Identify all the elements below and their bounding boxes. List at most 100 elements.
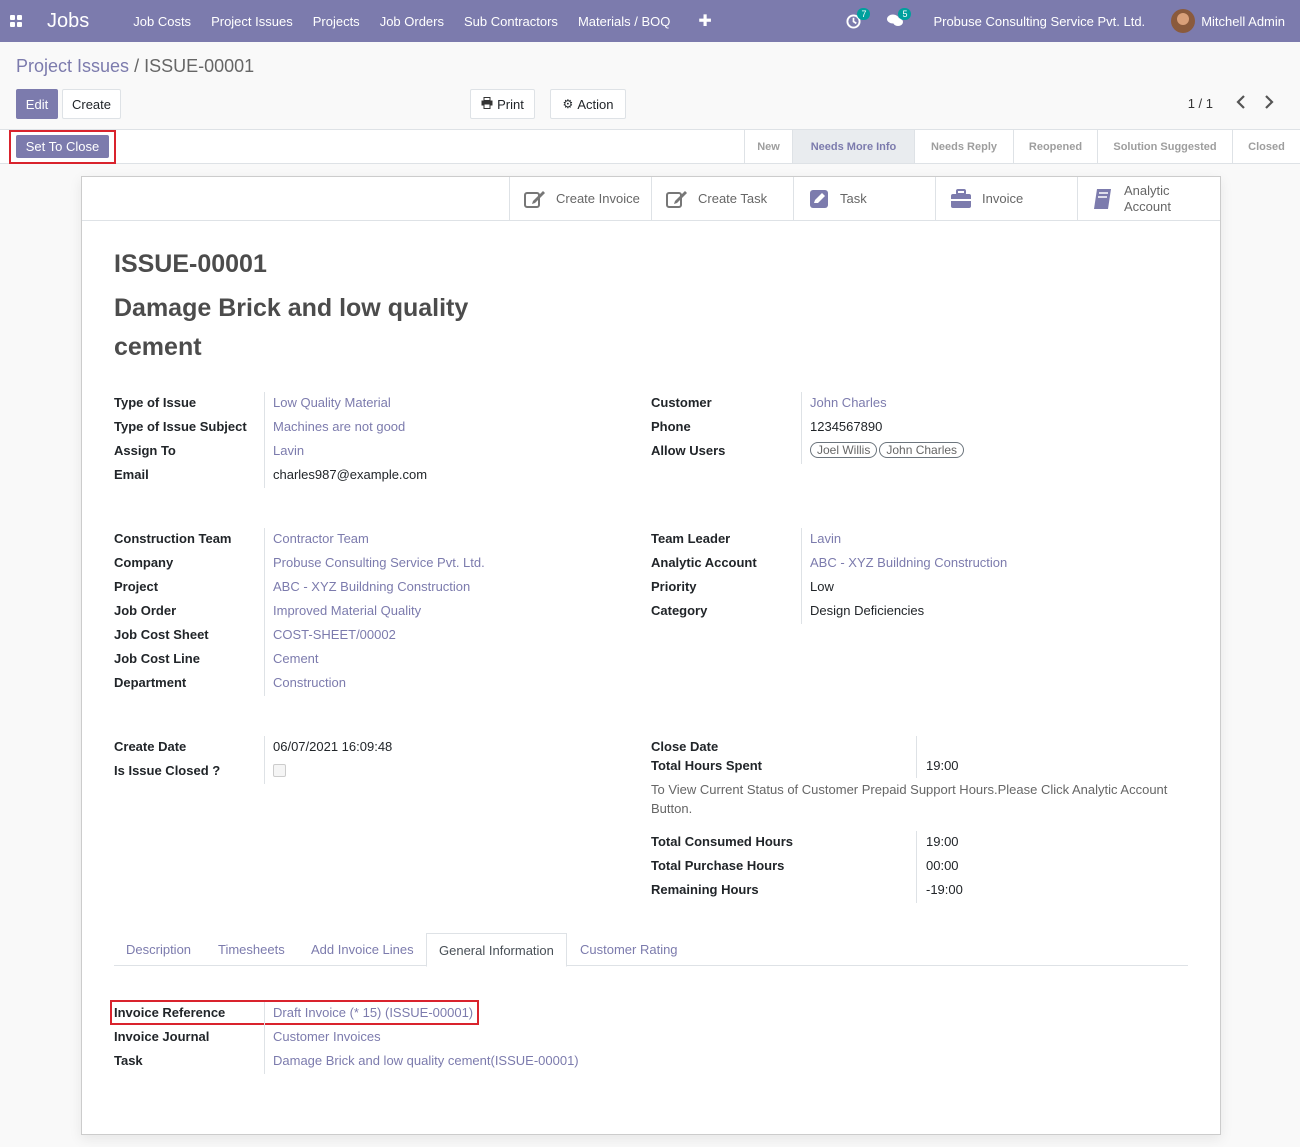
create-button[interactable]: Create <box>62 89 121 119</box>
issue-subject-label: Type of Issue Subject <box>114 419 247 434</box>
edit-button[interactable]: Edit <box>16 89 58 119</box>
messages-icon[interactable]: 5 <box>887 8 912 28</box>
email-value: charles987@example.com <box>273 467 428 482</box>
stage-reopened[interactable]: Reopened <box>1013 130 1097 163</box>
stage-solution-suggested[interactable]: Solution Suggested <box>1097 130 1232 163</box>
invoice-reference-value[interactable]: Draft Invoice (* 15) (ISSUE-00001) <box>273 1005 473 1020</box>
separator <box>264 1002 265 1074</box>
department-label: Department <box>114 675 187 690</box>
chevron-right-icon[interactable] <box>1264 95 1274 114</box>
stage-new[interactable]: New <box>744 130 792 163</box>
analytic-account-smart-button[interactable]: Analytic Account <box>1077 177 1219 220</box>
menu-project-issues[interactable]: Project Issues <box>211 14 293 29</box>
pencil-square-icon <box>808 188 830 210</box>
pager-value[interactable]: 1 / 1 <box>1188 96 1213 111</box>
create-task-smart-button[interactable]: Create Task <box>651 177 793 220</box>
tab-customer-rating[interactable]: Customer Rating <box>568 933 690 966</box>
invoice-smart-button[interactable]: Invoice <box>935 177 1077 220</box>
apps-menu-icon[interactable] <box>0 0 32 42</box>
team-leader-value[interactable]: Lavin <box>810 531 841 546</box>
tab-general-information[interactable]: General Information <box>426 933 567 967</box>
task-field-label: Task <box>114 1053 143 1068</box>
analytic-account-value[interactable]: ABC - XYZ Buildning Construction <box>810 555 1007 570</box>
customer-value[interactable]: John Charles <box>810 395 887 410</box>
stage-closed[interactable]: Closed <box>1232 130 1300 163</box>
stage-needs-reply[interactable]: Needs Reply <box>914 130 1013 163</box>
construction-team-label: Construction Team <box>114 531 232 546</box>
company-value[interactable]: Probuse Consulting Service Pvt. Ltd. <box>273 555 485 570</box>
job-cost-sheet-value[interactable]: COST-SHEET/00002 <box>273 627 396 642</box>
breadcrumb-current: ISSUE-00001 <box>144 56 255 76</box>
separator <box>801 392 802 464</box>
print-button[interactable]: Print <box>470 89 535 119</box>
separator <box>916 831 917 903</box>
stage-pipeline: New Needs More Info Needs Reply Reopened… <box>744 130 1300 163</box>
analytic-account-label: Analytic Account <box>1124 183 1171 215</box>
stage-needs-more-info[interactable]: Needs More Info <box>792 130 914 163</box>
user-menu[interactable]: Mitchell Admin <box>1201 14 1285 29</box>
menu-projects[interactable]: Projects <box>313 14 360 29</box>
plus-icon[interactable]: ✚ <box>698 11 711 31</box>
user-tag[interactable]: Joel Willis <box>810 442 878 458</box>
create-date-value: 06/07/2021 16:09:48 <box>273 739 393 754</box>
invoice-label: Invoice <box>982 191 1024 206</box>
phone-value: 1234567890 <box>810 419 883 434</box>
task-label: Task <box>840 191 867 206</box>
construction-team-value[interactable]: Contractor Team <box>273 531 369 546</box>
user-tag[interactable]: John Charles <box>879 442 965 458</box>
analytic-label-line1: Analytic <box>1124 182 1170 198</box>
team-leader-label: Team Leader <box>651 531 731 546</box>
remaining-hours-label: Remaining Hours <box>651 882 759 897</box>
menu-job-orders[interactable]: Job Orders <box>380 14 444 29</box>
form-sheet: Create Invoice Create Task Task Invoice <box>81 176 1221 1135</box>
invoice-journal-value[interactable]: Customer Invoices <box>273 1029 381 1044</box>
create-invoice-smart-button[interactable]: Create Invoice <box>509 177 651 220</box>
department-value[interactable]: Construction <box>273 675 346 690</box>
breadcrumb-parent[interactable]: Project Issues <box>16 56 129 76</box>
separator <box>264 736 265 784</box>
menu-sub-contractors[interactable]: Sub Contractors <box>464 14 558 29</box>
create-date-label: Create Date <box>114 739 187 754</box>
customer-label: Customer <box>651 395 712 410</box>
job-cost-line-value[interactable]: Cement <box>273 651 319 666</box>
tab-add-invoice-lines[interactable]: Add Invoice Lines <box>299 933 426 966</box>
chevron-left-icon[interactable] <box>1236 95 1246 114</box>
menu-job-costs[interactable]: Job Costs <box>133 14 191 29</box>
gear-icon: ⚙ <box>562 97 574 111</box>
type-of-issue-value[interactable]: Low Quality Material <box>273 395 391 410</box>
project-value[interactable]: ABC - XYZ Buildning Construction <box>273 579 470 594</box>
smart-button-box: Create Invoice Create Task Task Invoice <box>82 177 1220 221</box>
action-label: Action <box>577 96 614 112</box>
print-label: Print <box>497 96 524 112</box>
briefcase-icon <box>950 188 972 210</box>
book-icon <box>1092 188 1114 210</box>
category-label: Category <box>651 603 708 618</box>
analytic-account-field-label: Analytic Account <box>651 555 757 570</box>
issue-reference: ISSUE-00001 <box>114 250 267 278</box>
avatar[interactable] <box>1171 9 1196 33</box>
assign-to-value[interactable]: Lavin <box>273 443 304 458</box>
close-date-label: Close Date <box>651 739 719 754</box>
issue-subject-value[interactable]: Machines are not good <box>273 419 405 434</box>
set-to-close-button[interactable]: Set To Close <box>16 135 109 158</box>
invoice-journal-label: Invoice Journal <box>114 1029 210 1044</box>
activity-icon[interactable]: 7 <box>846 7 871 29</box>
menu-materials-boq[interactable]: Materials / BOQ <box>578 14 670 29</box>
issue-closed-checkbox[interactable] <box>273 764 286 777</box>
activity-count-badge: 7 <box>857 7 871 20</box>
job-order-value[interactable]: Improved Material Quality <box>273 603 421 618</box>
action-button[interactable]: ⚙ Action <box>550 89 626 119</box>
task-field-value[interactable]: Damage Brick and low quality cement(ISSU… <box>273 1053 579 1068</box>
app-brand[interactable]: Jobs <box>47 10 89 33</box>
create-task-label: Create Task <box>698 191 768 206</box>
total-consumed-hours-label: Total Consumed Hours <box>651 834 794 849</box>
issue-closed-label: Is Issue Closed ? <box>114 763 221 778</box>
tab-description[interactable]: Description <box>114 933 203 966</box>
total-purchase-hours-value: 00:00 <box>926 858 959 873</box>
category-value: Design Deficiencies <box>810 603 925 618</box>
total-hours-spent-value: 19:00 <box>926 758 959 773</box>
task-smart-button[interactable]: Task <box>793 177 935 220</box>
message-count-badge: 5 <box>898 8 912 20</box>
company-switcher[interactable]: Probuse Consulting Service Pvt. Ltd. <box>933 14 1145 29</box>
tab-timesheets[interactable]: Timesheets <box>206 933 297 966</box>
